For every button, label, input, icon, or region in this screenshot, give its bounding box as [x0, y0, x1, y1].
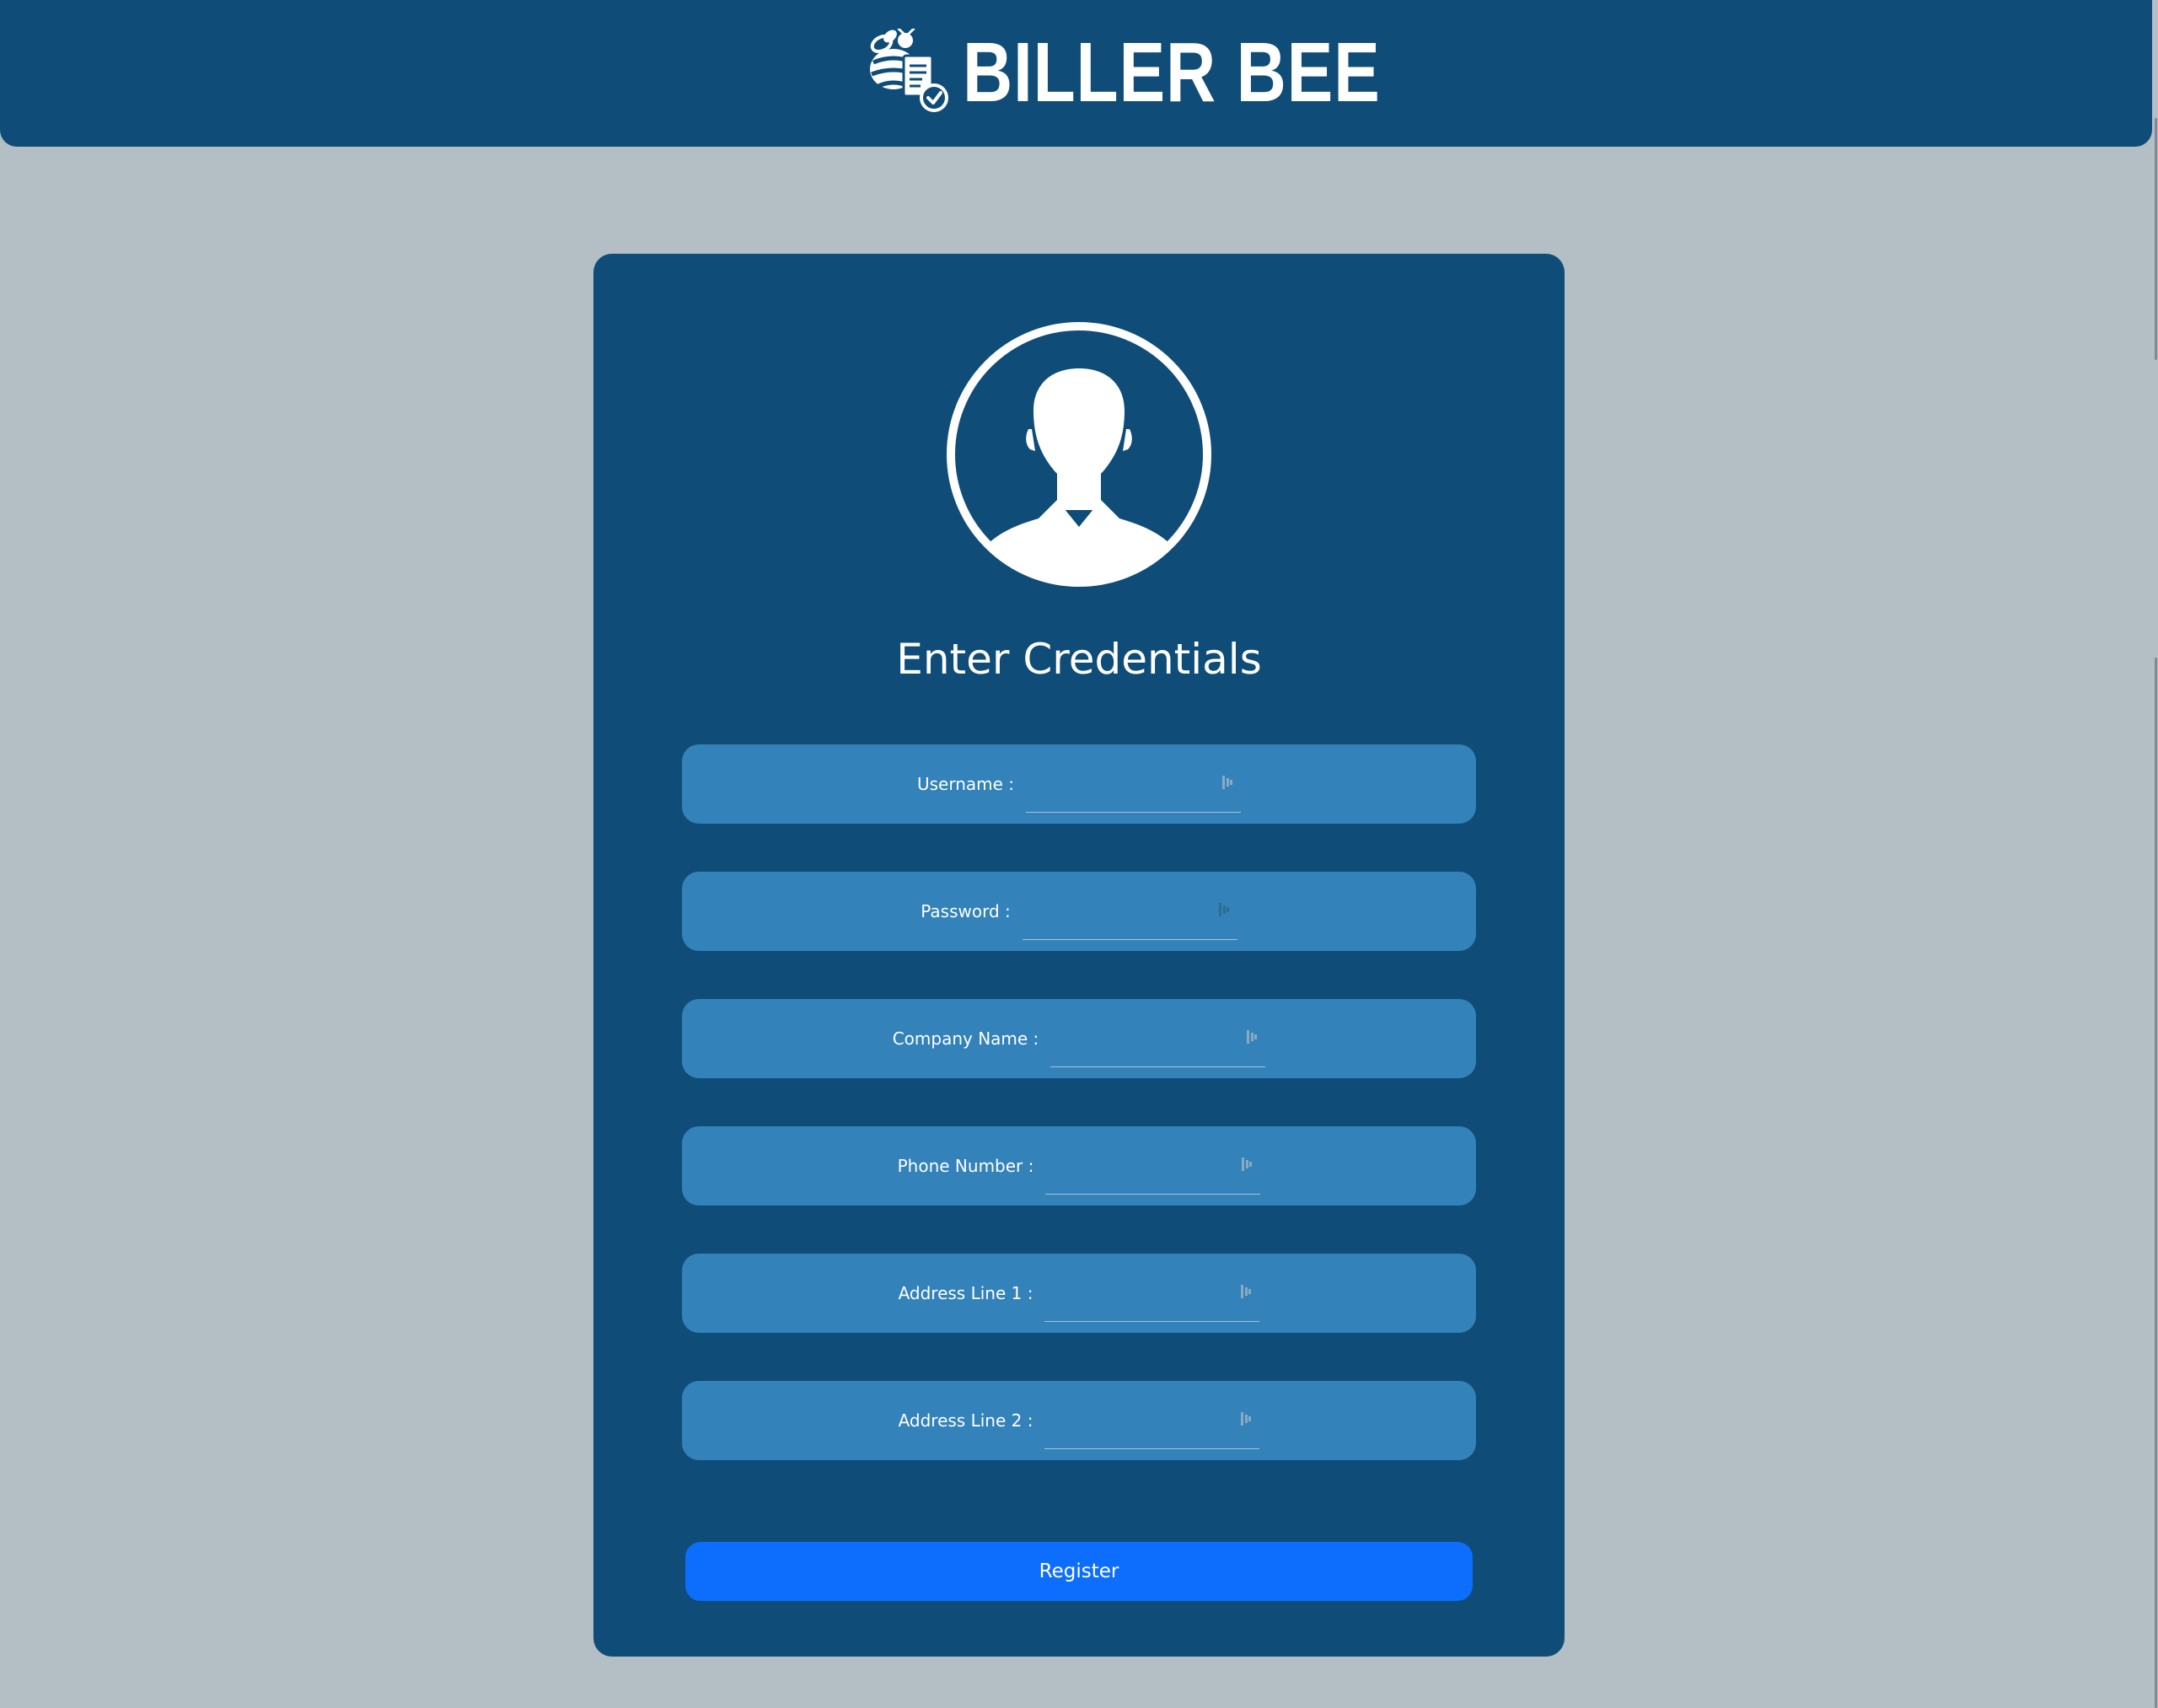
username-input[interactable] [1026, 779, 1242, 813]
scrollbar-thumb-bottom[interactable] [2155, 658, 2157, 1708]
app-header: BILLER BEE [0, 0, 2152, 147]
register-button[interactable]: Register [685, 1542, 1473, 1601]
address-line-1-label: Address Line 1 : [898, 1283, 1033, 1303]
password-label: Password : [921, 901, 1011, 921]
address-line-2-label: Address Line 2 : [898, 1410, 1033, 1431]
bee-invoice-icon [870, 29, 948, 112]
phone-number-input[interactable] [1045, 1161, 1261, 1195]
autofill-key-icon[interactable] [1221, 774, 1234, 791]
company-name-input[interactable] [1050, 1034, 1266, 1067]
registration-card: Enter Credentials Username : Password : [593, 254, 1565, 1657]
company-name-row: Company Name : [682, 999, 1476, 1078]
form-title: Enter Credentials [896, 635, 1262, 684]
address-line-2-row: Address Line 2 : [682, 1381, 1476, 1460]
phone-number-row: Phone Number : [682, 1126, 1476, 1206]
page-scrollbar[interactable] [2152, 0, 2158, 1708]
company-name-label: Company Name : [892, 1029, 1039, 1049]
brand-name: BILLER BEE [963, 25, 1381, 120]
username-label: Username : [916, 774, 1015, 794]
address-line-1-row: Address Line 1 : [682, 1254, 1476, 1333]
brand[interactable]: BILLER BEE [862, 29, 1472, 116]
address-line-2-input[interactable] [1044, 1415, 1260, 1449]
autofill-key-icon[interactable] [1239, 1283, 1253, 1300]
password-input[interactable] [1022, 906, 1237, 940]
scrollbar-thumb-top[interactable] [2155, 118, 2157, 360]
autofill-key-icon[interactable] [1240, 1156, 1253, 1173]
username-row: Username : [682, 744, 1476, 824]
autofill-key-icon[interactable] [1245, 1029, 1259, 1045]
user-avatar-icon [944, 320, 1214, 589]
autofill-key-icon[interactable] [1217, 901, 1231, 918]
address-line-1-input[interactable] [1044, 1288, 1260, 1322]
password-row: Password : [682, 872, 1476, 951]
phone-number-label: Phone Number : [897, 1156, 1034, 1176]
autofill-key-icon[interactable] [1239, 1410, 1253, 1427]
